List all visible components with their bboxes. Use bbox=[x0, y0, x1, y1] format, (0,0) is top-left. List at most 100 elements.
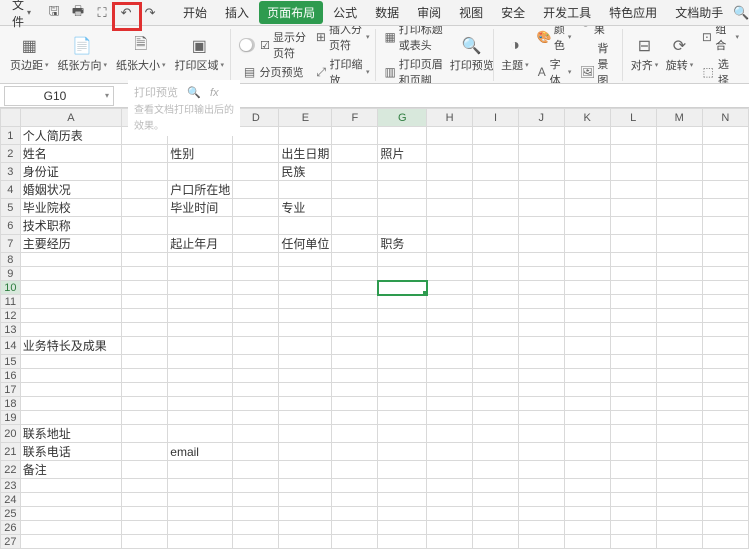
cell[interactable] bbox=[473, 217, 519, 235]
tab-developer[interactable]: 开发工具 bbox=[535, 1, 599, 24]
cell[interactable] bbox=[233, 411, 279, 425]
cell[interactable] bbox=[378, 443, 427, 461]
cell[interactable] bbox=[233, 253, 279, 267]
cell[interactable] bbox=[427, 337, 473, 355]
cell[interactable] bbox=[473, 461, 519, 479]
cell[interactable] bbox=[656, 535, 702, 549]
cell[interactable] bbox=[473, 479, 519, 493]
cell[interactable] bbox=[233, 181, 279, 199]
cell[interactable] bbox=[233, 199, 279, 217]
cell[interactable] bbox=[332, 383, 378, 397]
cell[interactable] bbox=[610, 145, 656, 163]
cell[interactable] bbox=[473, 425, 519, 443]
cell[interactable] bbox=[473, 493, 519, 507]
cell[interactable] bbox=[473, 181, 519, 199]
column-header[interactable]: N bbox=[702, 109, 748, 127]
cell[interactable] bbox=[564, 145, 610, 163]
cell[interactable] bbox=[427, 295, 473, 309]
cell[interactable] bbox=[564, 521, 610, 535]
cell[interactable] bbox=[610, 397, 656, 411]
cell[interactable]: 身份证 bbox=[20, 163, 122, 181]
cell[interactable] bbox=[518, 323, 564, 337]
row-header[interactable]: 19 bbox=[1, 411, 21, 425]
cell[interactable] bbox=[332, 127, 378, 145]
cell[interactable] bbox=[564, 181, 610, 199]
cell[interactable] bbox=[518, 181, 564, 199]
cell[interactable] bbox=[378, 127, 427, 145]
cell[interactable] bbox=[233, 383, 279, 397]
cell[interactable]: 主要经历 bbox=[20, 235, 122, 253]
fonts-button[interactable]: A字体▾ bbox=[534, 55, 575, 84]
column-header[interactable]: J bbox=[518, 109, 564, 127]
cell[interactable] bbox=[656, 369, 702, 383]
column-header[interactable]: A bbox=[20, 109, 122, 127]
cell[interactable] bbox=[378, 181, 427, 199]
select-button[interactable]: ⬚选择 bbox=[698, 55, 742, 84]
cell[interactable] bbox=[279, 253, 332, 267]
cell[interactable] bbox=[20, 521, 122, 535]
cell[interactable] bbox=[233, 507, 279, 521]
align-button[interactable]: ⊟对齐▾ bbox=[628, 34, 660, 75]
row-header[interactable]: 11 bbox=[1, 295, 21, 309]
cell[interactable] bbox=[378, 493, 427, 507]
select-all-corner[interactable] bbox=[1, 109, 21, 127]
cell[interactable] bbox=[564, 267, 610, 281]
cell[interactable] bbox=[122, 355, 168, 369]
cell[interactable] bbox=[610, 369, 656, 383]
cell[interactable] bbox=[378, 411, 427, 425]
cell[interactable] bbox=[122, 383, 168, 397]
cell[interactable] bbox=[656, 281, 702, 295]
cell[interactable] bbox=[122, 295, 168, 309]
cell[interactable] bbox=[518, 217, 564, 235]
cell[interactable] bbox=[233, 217, 279, 235]
cell[interactable] bbox=[279, 337, 332, 355]
cell[interactable]: 照片 bbox=[378, 145, 427, 163]
bg-image-button[interactable]: 🖼背景图片 bbox=[577, 39, 619, 84]
cell[interactable] bbox=[378, 521, 427, 535]
cell[interactable] bbox=[656, 267, 702, 281]
cell[interactable] bbox=[168, 253, 233, 267]
column-header[interactable]: E bbox=[279, 109, 332, 127]
cell[interactable] bbox=[427, 217, 473, 235]
cell[interactable] bbox=[702, 309, 748, 323]
row-header[interactable]: 24 bbox=[1, 493, 21, 507]
cell[interactable]: 专业 bbox=[279, 199, 332, 217]
cell[interactable] bbox=[168, 425, 233, 443]
cell[interactable] bbox=[518, 443, 564, 461]
cell[interactable] bbox=[233, 397, 279, 411]
cell[interactable] bbox=[610, 461, 656, 479]
cell[interactable] bbox=[427, 127, 473, 145]
margins-button[interactable]: ▦页边距▾ bbox=[7, 34, 52, 75]
cell[interactable] bbox=[168, 397, 233, 411]
cell[interactable] bbox=[378, 267, 427, 281]
cell[interactable] bbox=[233, 493, 279, 507]
cell[interactable] bbox=[610, 127, 656, 145]
cell[interactable] bbox=[473, 145, 519, 163]
cell[interactable] bbox=[378, 355, 427, 369]
cell[interactable] bbox=[378, 461, 427, 479]
cell[interactable] bbox=[427, 309, 473, 323]
cell[interactable] bbox=[656, 253, 702, 267]
cell[interactable] bbox=[168, 281, 233, 295]
cell[interactable] bbox=[20, 397, 122, 411]
print-titles-button[interactable]: ▦打印标题或表头 bbox=[381, 26, 450, 54]
cell[interactable] bbox=[656, 295, 702, 309]
cell[interactable]: 出生日期 bbox=[279, 145, 332, 163]
cell[interactable] bbox=[168, 479, 233, 493]
cell[interactable] bbox=[427, 397, 473, 411]
cell[interactable] bbox=[279, 323, 332, 337]
cell[interactable] bbox=[473, 397, 519, 411]
cell[interactable] bbox=[473, 443, 519, 461]
cell[interactable] bbox=[332, 521, 378, 535]
cell[interactable] bbox=[279, 383, 332, 397]
cell[interactable] bbox=[332, 145, 378, 163]
cell[interactable] bbox=[702, 337, 748, 355]
cell[interactable] bbox=[564, 217, 610, 235]
cell[interactable] bbox=[20, 383, 122, 397]
cell[interactable] bbox=[564, 355, 610, 369]
cell[interactable] bbox=[656, 443, 702, 461]
cell[interactable] bbox=[378, 337, 427, 355]
cell[interactable] bbox=[518, 479, 564, 493]
cell[interactable] bbox=[702, 235, 748, 253]
cell[interactable]: 姓名 bbox=[20, 145, 122, 163]
